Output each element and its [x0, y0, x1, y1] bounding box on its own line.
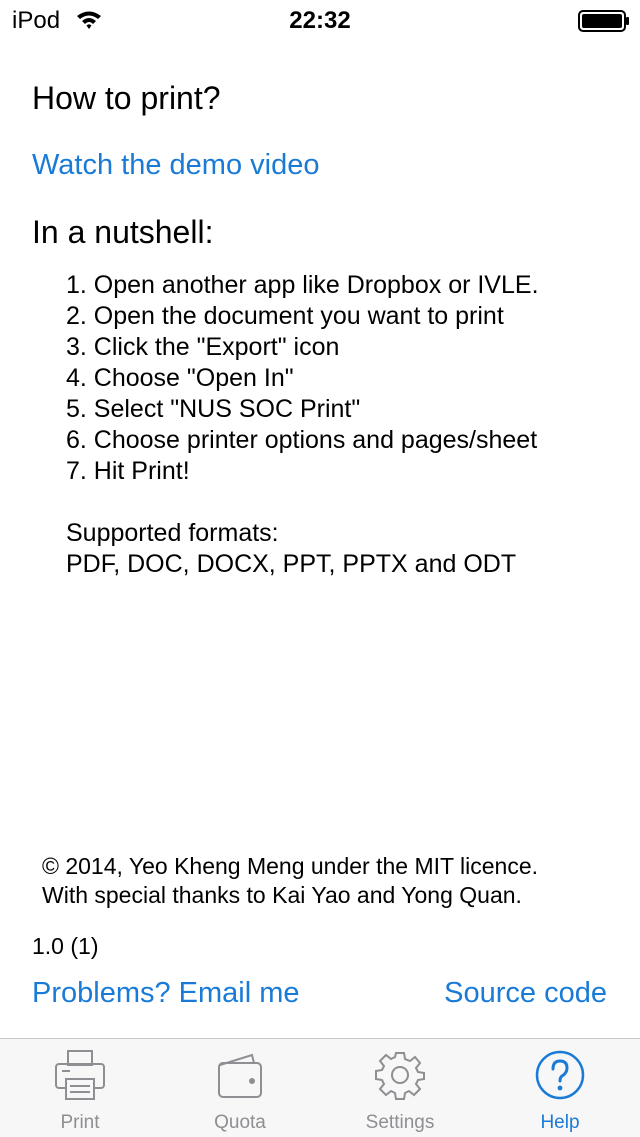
step-item: 4. Choose "Open In": [66, 364, 294, 392]
supported-formats: Supported formats: PDF, DOC, DOCX, PPT, …: [66, 518, 516, 580]
status-bar: iPod 22:32: [0, 0, 640, 40]
steps-list: 1. Open another app like Dropbox or IVLE…: [66, 270, 539, 487]
step-item: 3. Click the "Export" icon: [66, 333, 340, 361]
tab-label: Help: [540, 1112, 580, 1133]
credits: © 2014, Yeo Kheng Meng under the MIT lic…: [42, 852, 538, 910]
tab-bar: Print Quota Settings Help: [0, 1038, 640, 1137]
copyright-text: © 2014, Yeo Kheng Meng under the MIT lic…: [42, 853, 539, 879]
thanks-text: With special thanks to Kai Yao and Yong …: [42, 882, 522, 908]
tab-print[interactable]: Print: [0, 1039, 160, 1137]
step-item: 2. Open the document you want to print: [66, 302, 504, 330]
step-item: 7. Hit Print!: [66, 457, 190, 485]
tab-label: Print: [60, 1112, 100, 1133]
tab-help[interactable]: Help: [480, 1039, 640, 1137]
nutshell-heading: In a nutshell:: [32, 214, 214, 250]
step-item: 5. Select "NUS SOC Print": [66, 395, 361, 423]
demo-video-link[interactable]: Watch the demo video: [32, 147, 319, 183]
email-link[interactable]: Problems? Email me: [32, 975, 300, 1011]
version-label: 1.0 (1): [32, 933, 99, 959]
source-code-link[interactable]: Source code: [444, 975, 607, 1011]
formats-label: Supported formats:: [66, 519, 279, 547]
gear-icon: [375, 1052, 425, 1100]
battery-icon: [578, 10, 629, 32]
help-icon: [535, 1050, 585, 1100]
step-item: 1. Open another app like Dropbox or IVLE…: [66, 271, 539, 299]
formats-list: PDF, DOC, DOCX, PPT, PPTX and ODT: [66, 550, 517, 578]
page-title: How to print?: [32, 80, 221, 116]
tab-label: Settings: [365, 1112, 435, 1133]
wallet-icon: [218, 1053, 262, 1098]
tab-quota[interactable]: Quota: [160, 1039, 320, 1137]
tab-settings[interactable]: Settings: [320, 1039, 480, 1137]
status-time: 22:32: [289, 7, 351, 34]
tab-label: Quota: [214, 1112, 266, 1133]
step-item: 6. Choose printer options and pages/shee…: [66, 426, 538, 454]
printer-icon: [55, 1050, 105, 1100]
